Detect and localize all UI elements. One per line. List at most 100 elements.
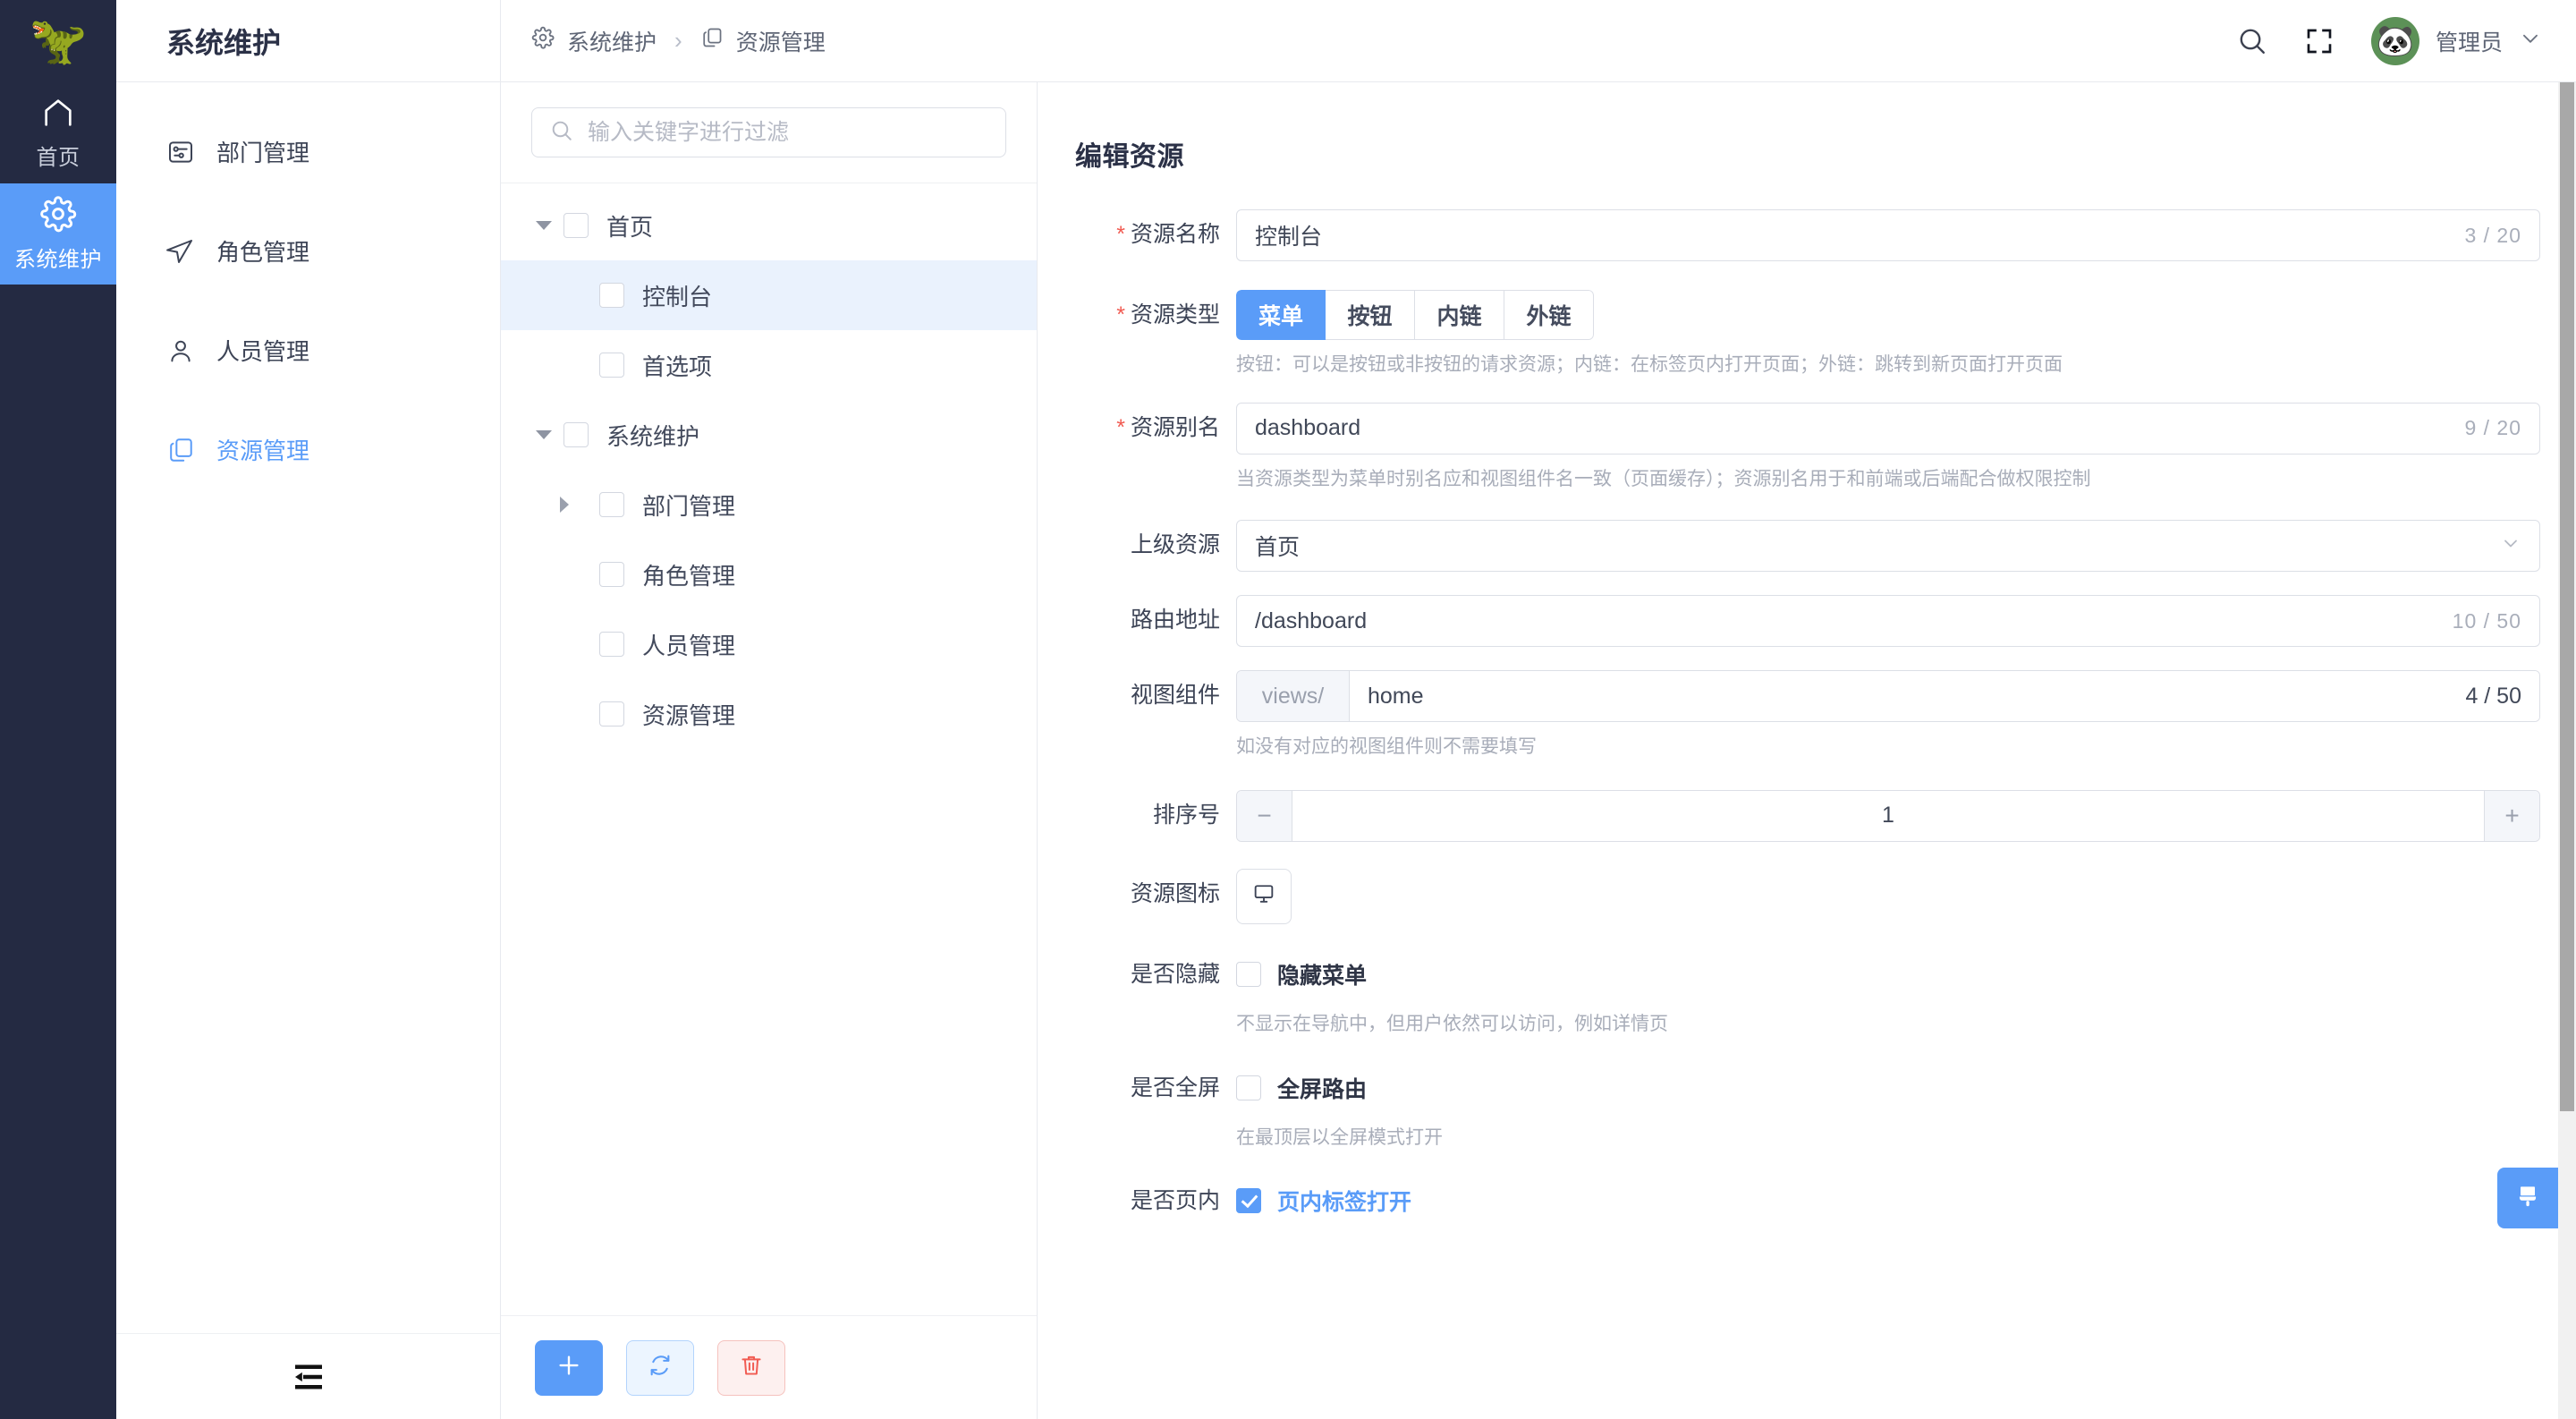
field-resource-icon: 资源图标 xyxy=(1075,868,2540,924)
resource-alias-input[interactable]: dashboard 9 / 20 xyxy=(1236,402,2540,455)
breadcrumb-item-resource[interactable]: 资源管理 xyxy=(700,25,826,57)
resource-type-option-menu[interactable]: 菜单 xyxy=(1236,290,1326,340)
tree-node-home[interactable]: 首页 xyxy=(501,191,1037,260)
fullscreen-checkbox[interactable] xyxy=(1236,1075,1261,1100)
tree-toolbar xyxy=(501,1315,1037,1419)
required-star: * xyxy=(1116,222,1125,247)
field-sort-number: 排序号 − 1 + xyxy=(1075,789,2540,842)
parent-resource-value: 首页 xyxy=(1255,535,1301,560)
tree-node-preferences[interactable]: 首选项 xyxy=(501,330,1037,400)
monitor-icon xyxy=(1251,881,1276,911)
view-component-input[interactable]: home 4 / 50 xyxy=(1350,671,2539,721)
gear-icon xyxy=(531,26,555,55)
tree-node-label: 人员管理 xyxy=(642,632,736,659)
field-cached-label: 是否页内 xyxy=(1130,1187,1220,1213)
resource-name-input[interactable]: 控制台 3 / 20 xyxy=(1236,209,2540,261)
tree-node-personnel[interactable]: 人员管理 xyxy=(501,609,1037,679)
cached-checkbox-row[interactable]: 页内标签打开 xyxy=(1236,1176,2540,1226)
tree-node-label: 部门管理 xyxy=(642,492,736,520)
tree-node-checkbox[interactable] xyxy=(599,632,624,657)
tree-node-dashboard[interactable]: 控制台 xyxy=(501,260,1037,330)
plus-icon xyxy=(555,1352,582,1383)
chevron-down-icon[interactable] xyxy=(524,430,564,439)
page-title: 编辑资源 xyxy=(1075,142,1184,172)
resource-type-option-external-link[interactable]: 外链 xyxy=(1504,290,1595,340)
tree-node-label: 控制台 xyxy=(642,283,713,310)
tree-node-resource[interactable]: 资源管理 xyxy=(501,679,1037,749)
tree-node-checkbox[interactable] xyxy=(599,492,624,517)
edit-resource-form: 编辑资源 * 资源名称 控制台 3 / 20 * 资源类型 菜单 按钮 内链 外… xyxy=(1038,82,2576,1419)
copy-icon xyxy=(700,26,724,55)
search-input[interactable] xyxy=(588,119,987,146)
chevron-right-icon[interactable] xyxy=(560,497,599,513)
menu-collapse-icon[interactable] xyxy=(292,1364,326,1390)
sidebar-item-personnel-label: 人员管理 xyxy=(216,338,310,365)
fullscreen-checkbox-label: 全屏路由 xyxy=(1277,1077,1368,1102)
breadcrumb-item-system[interactable]: 系统维护 xyxy=(531,25,657,57)
refresh-button[interactable] xyxy=(626,1339,694,1396)
fullscreen-icon[interactable] xyxy=(2305,27,2334,55)
navigation-icon xyxy=(166,237,195,266)
sort-number-stepper: − 1 + xyxy=(1236,789,2540,842)
required-star: * xyxy=(1116,414,1125,440)
field-route-path: 路由地址 /dashboard 10 / 50 xyxy=(1075,595,2540,647)
resource-alias-counter: 9 / 20 xyxy=(2464,416,2521,439)
breadcrumb-separator: › xyxy=(674,27,682,54)
tree-node-checkbox[interactable] xyxy=(564,213,589,238)
tree-node-checkbox[interactable] xyxy=(599,283,624,308)
fullscreen-hint: 在最顶层以全屏模式打开 xyxy=(1236,1127,1443,1148)
search-icon[interactable] xyxy=(2237,26,2267,56)
field-resource-type-label: * 资源类型 xyxy=(1116,302,1220,327)
tree-node-checkbox[interactable] xyxy=(599,353,624,378)
dinosaur-logo: 🦖 xyxy=(29,15,88,67)
rail-item-home-label: 首页 xyxy=(36,146,80,170)
sidebar-item-department[interactable]: 部门管理 xyxy=(116,102,500,201)
sort-number-value[interactable]: 1 xyxy=(1292,790,2484,841)
field-cached: 是否页内 页内标签打开 xyxy=(1075,1176,2540,1226)
add-button[interactable] xyxy=(535,1339,603,1396)
field-parent-resource-label: 上级资源 xyxy=(1130,532,1220,557)
tree-node-checkbox[interactable] xyxy=(599,701,624,726)
resource-icon-picker[interactable] xyxy=(1236,868,1292,924)
user-name: 管理员 xyxy=(2435,30,2503,55)
sidebar-item-department-label: 部门管理 xyxy=(216,140,310,166)
tree-search-box[interactable] xyxy=(531,107,1006,157)
tree-node-system-maintenance[interactable]: 系统维护 xyxy=(501,400,1037,470)
route-path-value: /dashboard xyxy=(1255,608,1368,633)
resource-type-option-internal-link[interactable]: 内链 xyxy=(1415,290,1505,340)
sidebar-item-personnel[interactable]: 人员管理 xyxy=(116,301,500,400)
rail-item-home[interactable]: 首页 xyxy=(0,82,116,183)
hidden-checkbox-row[interactable]: 隐藏菜单 xyxy=(1236,949,2540,999)
theme-settings-button[interactable] xyxy=(2497,1168,2558,1228)
topbar: 系统维护 › 资源管理 🐼 管理员 xyxy=(501,0,2576,82)
tree-node-checkbox[interactable] xyxy=(564,422,589,447)
field-hidden: 是否隐藏 隐藏菜单 不显示在导航中，但用户依然可以访问，例如详情页 xyxy=(1075,949,2540,1039)
panda-avatar: 🐼 xyxy=(2370,16,2419,65)
fullscreen-checkbox-row[interactable]: 全屏路由 xyxy=(1236,1063,2540,1113)
search-icon xyxy=(550,119,573,147)
plus-icon[interactable]: + xyxy=(2484,790,2539,841)
sidebar-item-role[interactable]: 角色管理 xyxy=(116,201,500,301)
tree-node-checkbox[interactable] xyxy=(599,562,624,587)
sidebar-item-resource[interactable]: 资源管理 xyxy=(116,400,500,499)
cached-checkbox[interactable] xyxy=(1236,1187,1261,1213)
tree-node-department[interactable]: 部门管理 xyxy=(501,470,1037,540)
parent-resource-select[interactable]: 首页 xyxy=(1236,520,2540,572)
user-menu[interactable]: 🐼 管理员 xyxy=(2370,16,2542,65)
breadcrumb: 系统维护 › 资源管理 xyxy=(531,25,826,57)
page-scrollbar[interactable] xyxy=(2558,82,2576,1419)
route-path-input[interactable]: /dashboard 10 / 50 xyxy=(1236,595,2540,647)
tree-search-wrapper xyxy=(501,82,1037,183)
tree-node-role[interactable]: 角色管理 xyxy=(501,540,1037,609)
resource-type-option-button[interactable]: 按钮 xyxy=(1326,290,1416,340)
view-component-value: home xyxy=(1368,683,1424,709)
page-scrollbar-thumb[interactable] xyxy=(2560,82,2574,1111)
sidebar-item-resource-label: 资源管理 xyxy=(216,438,310,464)
rail-item-system-maintenance[interactable]: 系统维护 xyxy=(0,183,116,285)
breadcrumb-item-system-label: 系统维护 xyxy=(567,30,657,55)
chevron-down-icon[interactable] xyxy=(524,221,564,230)
hidden-checkbox[interactable] xyxy=(1236,961,1261,987)
module-menu-list: 部门管理 角色管理 人员管理 资源管理 xyxy=(116,82,500,1333)
delete-button[interactable] xyxy=(717,1339,785,1396)
minus-icon[interactable]: − xyxy=(1237,790,1292,841)
